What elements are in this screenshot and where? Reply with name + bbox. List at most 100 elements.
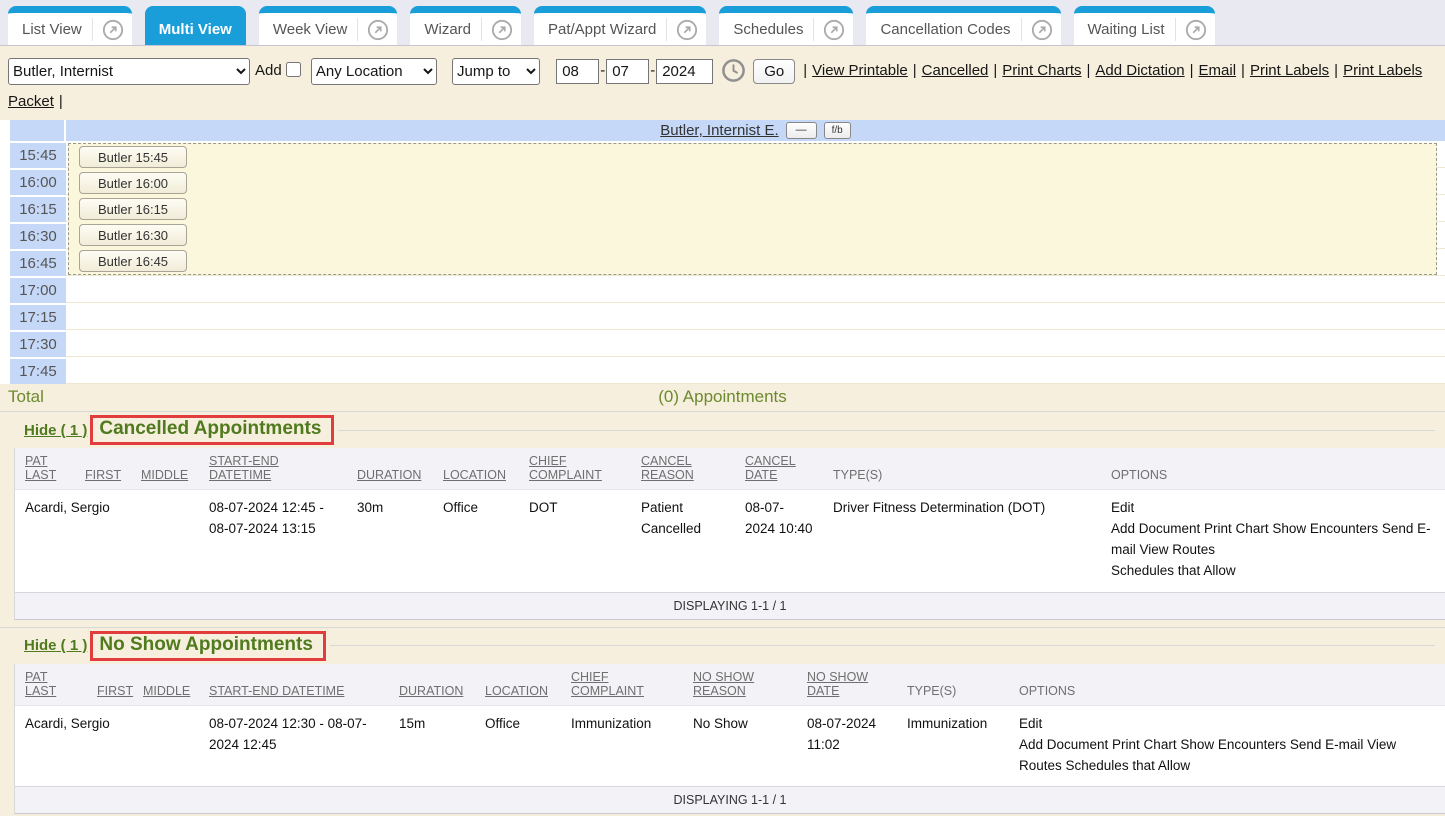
bookable-block: Butler 15:45 Butler 16:00 Butler 16:15 B… — [68, 143, 1437, 275]
hide-cancelled-link[interactable]: Hide ( 1 ) — [24, 422, 87, 439]
location: Office — [475, 705, 561, 787]
divider — [338, 430, 1435, 431]
open-new-window-icon[interactable] — [357, 18, 393, 41]
tab-label: Multi View — [153, 21, 238, 38]
row-options[interactable]: Add Document Print Chart Show Encounters… — [1019, 735, 1435, 777]
provider-column-link[interactable]: Butler, Internist E. — [660, 122, 778, 139]
calendar-clock-icon[interactable] — [721, 58, 746, 83]
add-checkbox[interactable] — [286, 62, 301, 77]
schedule-row — [66, 357, 1445, 384]
hide-no-show-link[interactable]: Hide ( 1 ) — [24, 637, 87, 654]
divider — [330, 645, 1435, 646]
open-new-window-icon[interactable] — [1021, 18, 1057, 41]
slot-button[interactable]: Butler 16:45 — [79, 250, 187, 272]
time-label: 15:45 — [10, 143, 66, 168]
row-options[interactable]: Add Document Print Chart Show Encounters… — [1111, 519, 1435, 561]
date-month-field[interactable] — [556, 59, 599, 84]
tab-bar: List View Multi View Week View Wizard Pa… — [0, 0, 1445, 46]
no-show-date: 08-07-2024 11:02 — [797, 705, 897, 787]
no-show-section-title: No Show Appointments — [99, 634, 313, 655]
jump-to-select[interactable]: Jump to — [452, 58, 540, 85]
displaying-count: DISPLAYING 1-1 / 1 — [15, 593, 1445, 620]
col-duration: DURATION — [347, 448, 433, 490]
tab-cancellation-codes[interactable]: Cancellation Codes — [866, 6, 1060, 45]
cancelled-section-title: Cancelled Appointments — [99, 418, 321, 439]
date-day-field[interactable] — [606, 59, 649, 84]
location-select[interactable]: Any Location — [311, 58, 437, 85]
view-printable-link[interactable]: View Printable — [812, 62, 908, 79]
collapse-column-button[interactable]: — — [786, 122, 817, 139]
cancelled-link[interactable]: Cancelled — [922, 62, 989, 79]
time-label: 17:45 — [10, 359, 66, 384]
total-row: Total (0) Appointments — [0, 384, 1445, 411]
schedules-that-allow-option[interactable]: Schedules that Allow — [1111, 561, 1435, 582]
time-label: 16:45 — [10, 251, 66, 276]
open-new-window-icon[interactable] — [666, 18, 702, 41]
open-new-window-icon[interactable] — [481, 18, 517, 41]
email-link[interactable]: Email — [1199, 62, 1237, 79]
col-datetime: START-END DATETIME — [199, 448, 347, 490]
print-charts-link[interactable]: Print Charts — [1002, 62, 1081, 79]
tab-schedules[interactable]: Schedules — [719, 6, 853, 45]
total-label: Total — [8, 387, 44, 407]
col-duration: DURATION — [389, 664, 475, 706]
col-chief-complaint: CHIEF COMPLAINT — [561, 664, 683, 706]
go-button[interactable]: Go — [753, 59, 795, 84]
edit-option[interactable]: Edit — [1019, 714, 1435, 735]
chief-complaint: Immunization — [561, 705, 683, 787]
tab-week-view[interactable]: Week View — [259, 6, 397, 45]
col-pat-last: PAT LAST — [15, 664, 87, 706]
tab-label: Pat/Appt Wizard — [540, 21, 666, 38]
annotation-red-box: Cancelled Appointments — [90, 415, 334, 445]
time-label: 16:00 — [10, 170, 66, 195]
col-cancel-date: CANCEL DATE — [735, 448, 823, 490]
print-labels-link[interactable]: Print Labels — [1250, 62, 1329, 79]
tab-waiting-list[interactable]: Waiting List — [1074, 6, 1215, 45]
schedule-slots-area: Butler 15:45 Butler 16:00 Butler 16:15 B… — [66, 141, 1445, 384]
add-label: Add — [255, 62, 282, 79]
schedule-grid: Butler, Internist E. — f/b 15:45 16:00 1… — [0, 120, 1445, 411]
table-row: Acardi, Sergio 08-07-2024 12:30 - 08-07-… — [15, 705, 1445, 787]
no-show-reason: No Show — [683, 705, 797, 787]
schedule-row — [66, 303, 1445, 330]
time-label: 16:30 — [10, 224, 66, 249]
cancelled-appointments-section: Hide ( 1 ) Cancelled Appointments PAT LA… — [0, 411, 1445, 620]
annotation-red-box: No Show Appointments — [90, 631, 326, 661]
col-middle: MIDDLE — [133, 664, 199, 706]
slot-button[interactable]: Butler 16:00 — [79, 172, 187, 194]
open-new-window-icon[interactable] — [1175, 18, 1211, 41]
start-end-datetime: 08-07-2024 12:30 - 08-07-2024 12:45 — [199, 705, 389, 787]
edit-option[interactable]: Edit — [1111, 498, 1435, 519]
slot-button[interactable]: Butler 15:45 — [79, 146, 187, 168]
open-new-window-icon[interactable] — [813, 18, 849, 41]
col-types: TYPE(S) — [897, 664, 1009, 706]
start-end-datetime: 08-07-2024 12:45 - 08-07-2024 13:15 — [199, 490, 347, 593]
add-dictation-link[interactable]: Add Dictation — [1095, 62, 1184, 79]
col-no-show-date: NO SHOW DATE — [797, 664, 897, 706]
slot-button[interactable]: Butler 16:15 — [79, 198, 187, 220]
tab-pat-appt-wizard[interactable]: Pat/Appt Wizard — [534, 6, 706, 45]
col-location: LOCATION — [433, 448, 519, 490]
appointments-count: (0) Appointments — [0, 384, 1445, 407]
date-year-field[interactable] — [656, 59, 713, 84]
col-cancel-reason: CANCEL REASON — [631, 448, 735, 490]
tab-label: Week View — [265, 21, 357, 38]
provider-select[interactable]: Butler, Internist — [8, 58, 250, 85]
tab-label: Cancellation Codes — [872, 21, 1020, 38]
cancel-reason: Patient Cancelled — [631, 490, 735, 593]
open-new-window-icon[interactable] — [92, 18, 128, 41]
tab-list-view[interactable]: List View — [8, 6, 132, 45]
slot-button[interactable]: Butler 16:30 — [79, 224, 187, 246]
chief-complaint: DOT — [519, 490, 631, 593]
time-label: 16:15 — [10, 197, 66, 222]
col-no-show-reason: NO SHOW REASON — [683, 664, 797, 706]
tab-multi-view[interactable]: Multi View — [145, 6, 246, 45]
tab-wizard[interactable]: Wizard — [410, 6, 521, 45]
col-pat-last: PAT LAST — [15, 448, 75, 490]
toolbar: Butler, Internist Add Any Location Jump … — [0, 46, 1445, 120]
cancelled-appointments-table: PAT LAST FIRST MIDDLE START-END DATETIME… — [15, 448, 1445, 593]
duration: 30m — [347, 490, 433, 593]
options-cell: Edit Add Document Print Chart Show Encou… — [1101, 490, 1445, 593]
no-show-appointments-table: PAT LAST FIRST MIDDLE START-END DATETIME… — [15, 664, 1445, 788]
fb-toggle-button[interactable]: f/b — [824, 122, 851, 139]
